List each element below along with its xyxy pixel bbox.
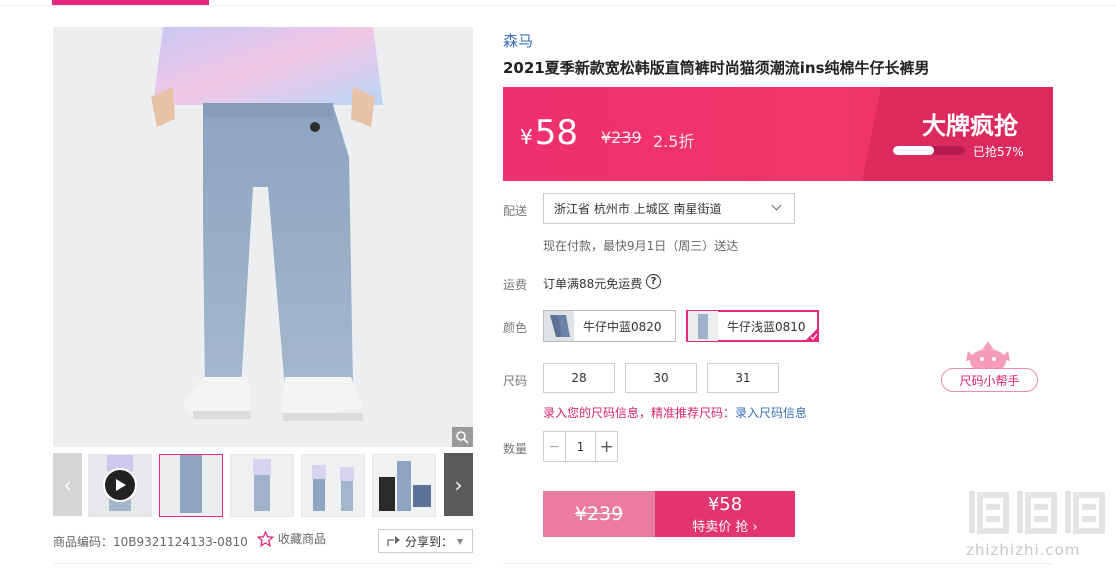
zoom-icon[interactable] <box>452 427 473 447</box>
thumbnail-image <box>302 455 364 516</box>
brand-link[interactable]: 森马 <box>503 30 533 51</box>
jeans-model-photo <box>53 27 473 447</box>
watermark-logo <box>966 487 1108 541</box>
price-value: 58 <box>534 113 578 153</box>
thumbnail-2[interactable] <box>159 454 223 517</box>
thumbnail-5[interactable] <box>372 454 436 517</box>
nav-divider <box>0 5 1116 6</box>
buy-now-button[interactable]: ¥58 特卖价 抢 › <box>655 491 795 537</box>
size-option-30[interactable]: 30 <box>625 363 697 393</box>
quantity-label: 数量 <box>503 442 528 456</box>
sold-label: 已抢57% <box>973 145 1024 159</box>
size-hint: 录入您的尺码信息，精准推荐尺码：录入尺码信息 <box>543 404 807 421</box>
watermark-logo-graphic <box>969 491 1105 534</box>
color-label: 颜色 <box>503 321 528 335</box>
currency-symbol: ¥ <box>520 125 533 149</box>
address-select[interactable]: 浙江省 杭州市 上城区 南星街道 <box>543 193 795 224</box>
share-icon <box>387 536 400 546</box>
sold-progress-fill <box>893 146 935 155</box>
share-button[interactable]: 分享到： ▼ <box>378 529 473 553</box>
color-option-label: 牛仔浅蓝0810 <box>727 319 806 334</box>
play-icon[interactable] <box>103 468 137 502</box>
address-value: 浙江省 杭州市 上城区 南星街道 <box>554 202 722 216</box>
chevron-down-icon <box>771 200 782 211</box>
quantity-minus-button[interactable]: − <box>544 432 566 461</box>
size-option-31[interactable]: 31 <box>707 363 779 393</box>
right-divider <box>503 563 1053 564</box>
thumbnail-image <box>373 455 435 516</box>
thumb-next-button[interactable]: › <box>444 453 473 516</box>
check-icon <box>805 328 818 341</box>
current-price: ¥ 58 <box>520 113 578 153</box>
promo-title: 大牌疯抢 <box>922 112 1018 140</box>
size-hint-link[interactable]: 录入尺码信息 <box>735 406 807 420</box>
swatch-image <box>544 311 574 341</box>
freight-text: 订单满88元免运费 <box>543 277 643 291</box>
swatch-image <box>688 311 718 341</box>
buy-original-price: ¥239 <box>574 503 624 525</box>
freight-label: 运费 <box>503 278 528 292</box>
thumbnail-image <box>160 455 222 516</box>
delivery-eta: 现在付款，最快9月1日（周三）送达 <box>543 239 739 253</box>
favorite-button[interactable]: 收藏商品 <box>257 530 326 547</box>
original-price-button[interactable]: ¥239 <box>543 491 655 537</box>
buy-price: ¥58 <box>707 494 743 515</box>
share-label: 分享到： <box>405 534 454 549</box>
thumb-prev-button[interactable]: ‹ <box>53 453 82 516</box>
product-title: 2021夏季新款宽松韩版直筒裤时尚猫须潮流ins纯棉牛仔长裤男 <box>503 59 930 77</box>
chevron-right-icon: › <box>454 472 463 497</box>
product-main-image[interactable] <box>53 27 473 447</box>
buy-cta-label: 特卖价 抢 › <box>692 520 758 535</box>
sku-code: 商品编码：10B9321124133-0810 <box>53 535 248 549</box>
thumbnail-video[interactable] <box>88 454 152 517</box>
quantity-plus-button[interactable]: + <box>595 432 617 461</box>
size-helper-button[interactable]: 尺码小帮手 <box>941 368 1038 392</box>
star-icon <box>257 530 274 547</box>
thumbnail-3[interactable] <box>230 454 294 517</box>
size-hint-text: 录入您的尺码信息，精准推荐尺码： <box>543 406 736 420</box>
thumbnail-4[interactable] <box>301 454 365 517</box>
sold-progress <box>893 146 965 155</box>
favorite-label: 收藏商品 <box>278 532 327 546</box>
size-option-28[interactable]: 28 <box>543 363 615 393</box>
watermark-text: zhizhizhi.com <box>966 541 1081 559</box>
color-option-light-blue[interactable]: 牛仔浅蓝0810 <box>686 310 819 342</box>
color-option-label: 牛仔中蓝0820 <box>583 319 662 334</box>
shipping-label: 配送 <box>503 204 528 218</box>
help-icon[interactable]: ? <box>646 274 661 289</box>
caret-down-icon: ▼ <box>457 536 464 546</box>
thumbnail-image <box>231 455 293 516</box>
quantity-stepper[interactable]: − 1 + <box>543 431 618 462</box>
chevron-left-icon: ‹ <box>63 472 72 497</box>
left-divider <box>53 563 473 564</box>
quantity-value[interactable]: 1 <box>566 432 596 461</box>
color-option-mid-blue[interactable]: 牛仔中蓝0820 <box>543 310 676 342</box>
discount-rate: 2.5折 <box>653 132 695 151</box>
size-label: 尺码 <box>503 374 528 388</box>
original-price: ¥239 <box>601 128 642 147</box>
